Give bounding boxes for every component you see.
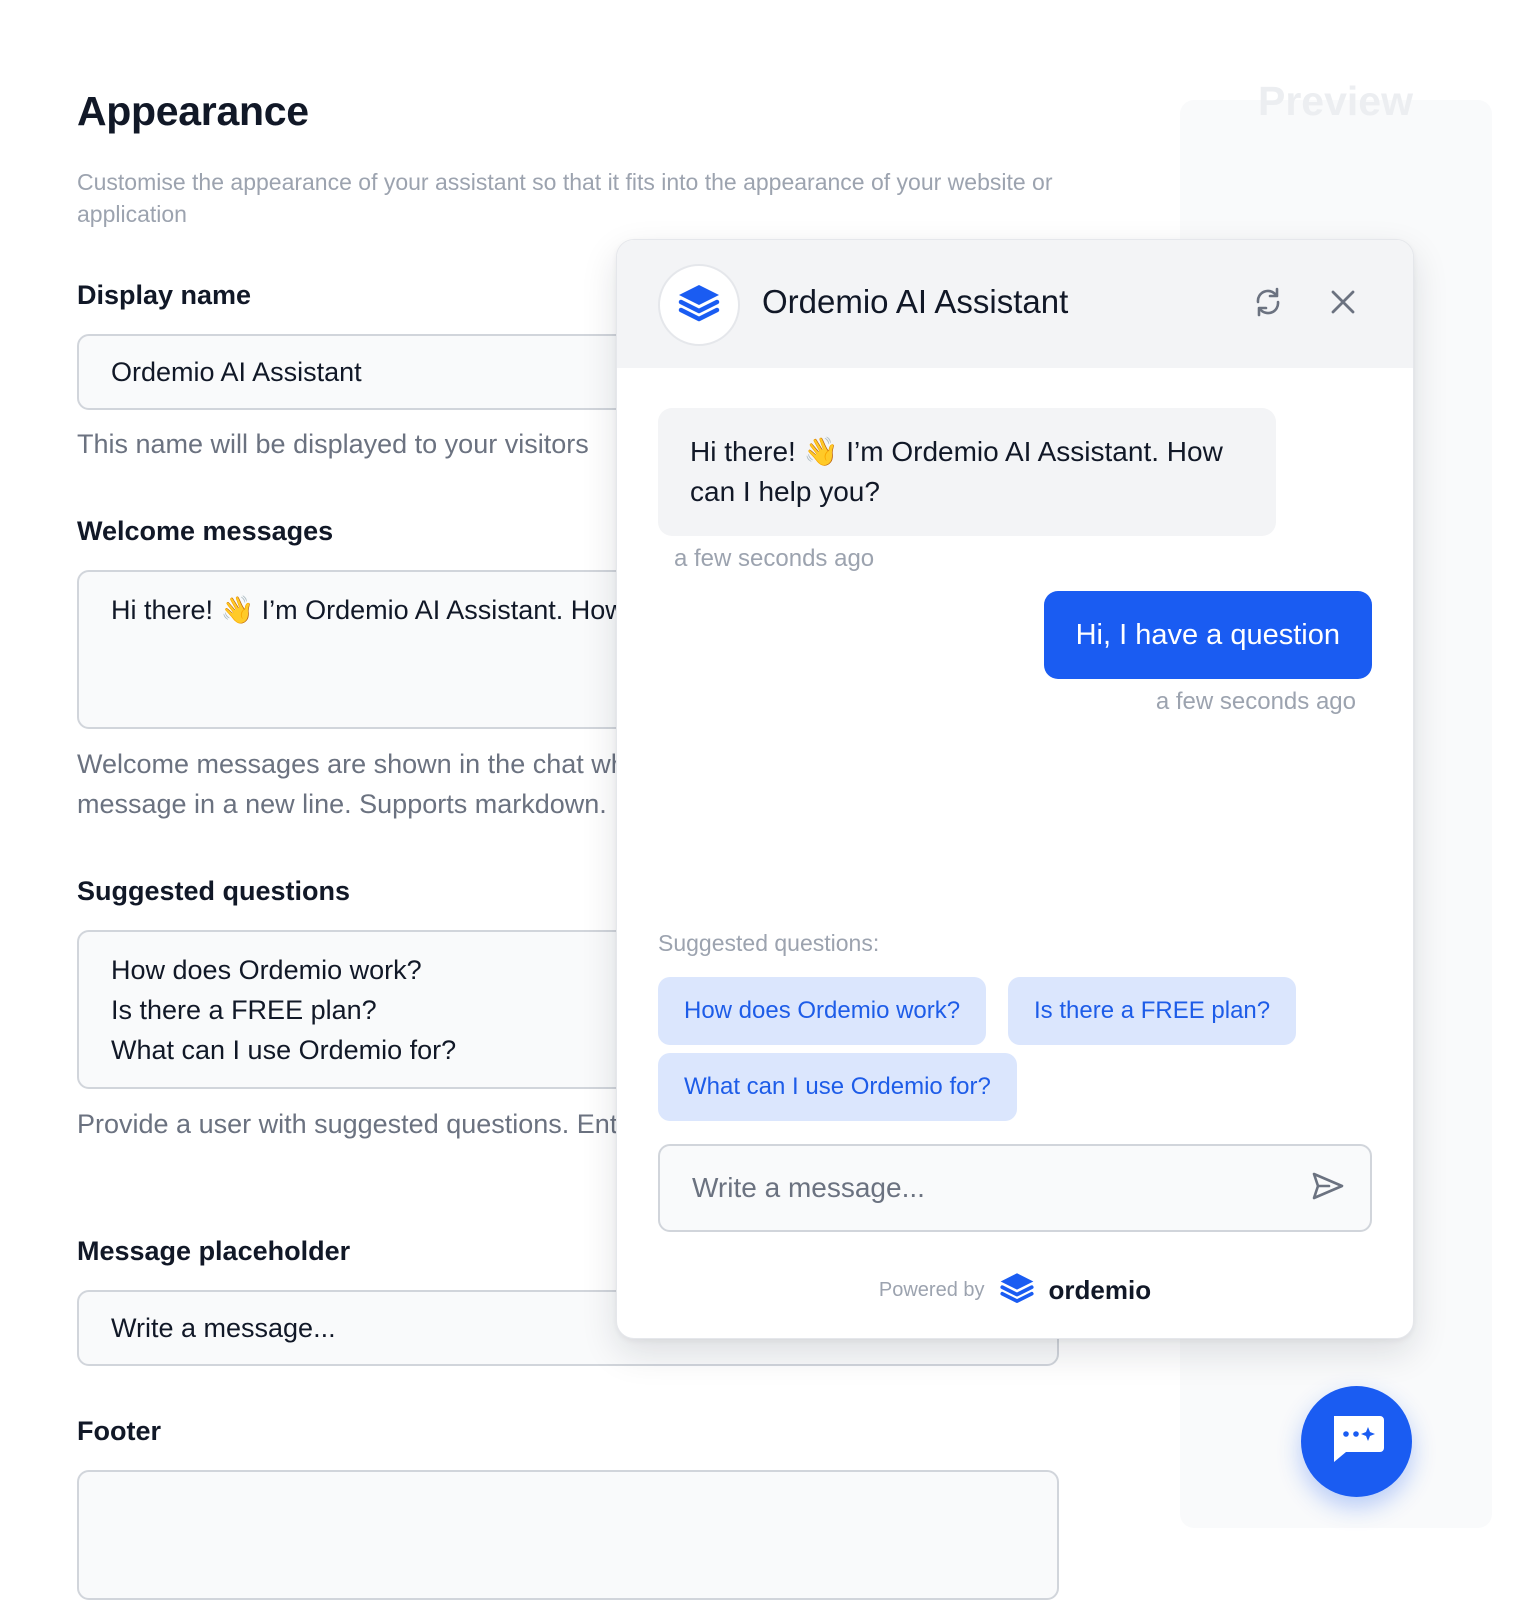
bot-message-timestamp: a few seconds ago — [674, 545, 875, 572]
powered-by-footer: Powered by ordemio — [617, 1270, 1413, 1310]
chat-title: Ordemio AI Assistant — [762, 283, 1069, 320]
suggested-questions-label: Suggested questions — [77, 876, 351, 906]
footer-label: Footer — [77, 1416, 161, 1446]
send-button[interactable] — [1306, 1166, 1350, 1210]
send-icon — [1311, 1171, 1345, 1206]
refresh-button[interactable] — [1245, 281, 1291, 327]
display-name-label: Display name — [77, 280, 252, 310]
brand-name: ordemio — [1048, 1274, 1152, 1305]
ordemio-logo-icon — [999, 1271, 1035, 1310]
page-title: Appearance — [77, 88, 309, 134]
close-icon — [1330, 289, 1356, 320]
user-message-timestamp: a few seconds ago — [1155, 688, 1356, 715]
refresh-icon — [1252, 285, 1284, 324]
close-button[interactable] — [1320, 281, 1366, 327]
preview-title: Preview — [1258, 78, 1413, 124]
footer-textarea[interactable] — [77, 1470, 1059, 1600]
chat-bubble-icon — [1328, 1412, 1386, 1471]
chat-launcher-button[interactable] — [1301, 1386, 1412, 1497]
suggested-question-chip[interactable]: How does Ordemio work? — [658, 977, 987, 1045]
message-input-placeholder: Write a message... — [692, 1172, 925, 1203]
chat-widget: Ordemio AI Assistant Hi there! 👋 I’m Ord… — [616, 239, 1414, 1339]
page-subtitle: Customise the appearance of your assista… — [77, 169, 1053, 227]
suggested-questions-heading: Suggested questions: — [658, 930, 880, 956]
chat-avatar — [658, 264, 740, 346]
powered-by-text: Powered by — [878, 1278, 985, 1301]
message-placeholder-label: Message placeholder — [77, 1236, 351, 1266]
user-message-bubble: Hi, I have a question — [1043, 591, 1372, 679]
message-input[interactable]: Write a message... — [658, 1144, 1372, 1232]
suggested-question-chip[interactable]: What can I use Ordemio for? — [658, 1053, 1017, 1121]
suggested-question-chip[interactable]: Is there a FREE plan? — [1008, 977, 1297, 1045]
chat-header: Ordemio AI Assistant — [617, 240, 1413, 368]
stacked-layers-icon — [677, 283, 721, 328]
welcome-messages-label: Welcome messages — [77, 516, 334, 546]
bot-message-bubble: Hi there! 👋 I’m Ordemio AI Assistant. Ho… — [658, 408, 1276, 536]
